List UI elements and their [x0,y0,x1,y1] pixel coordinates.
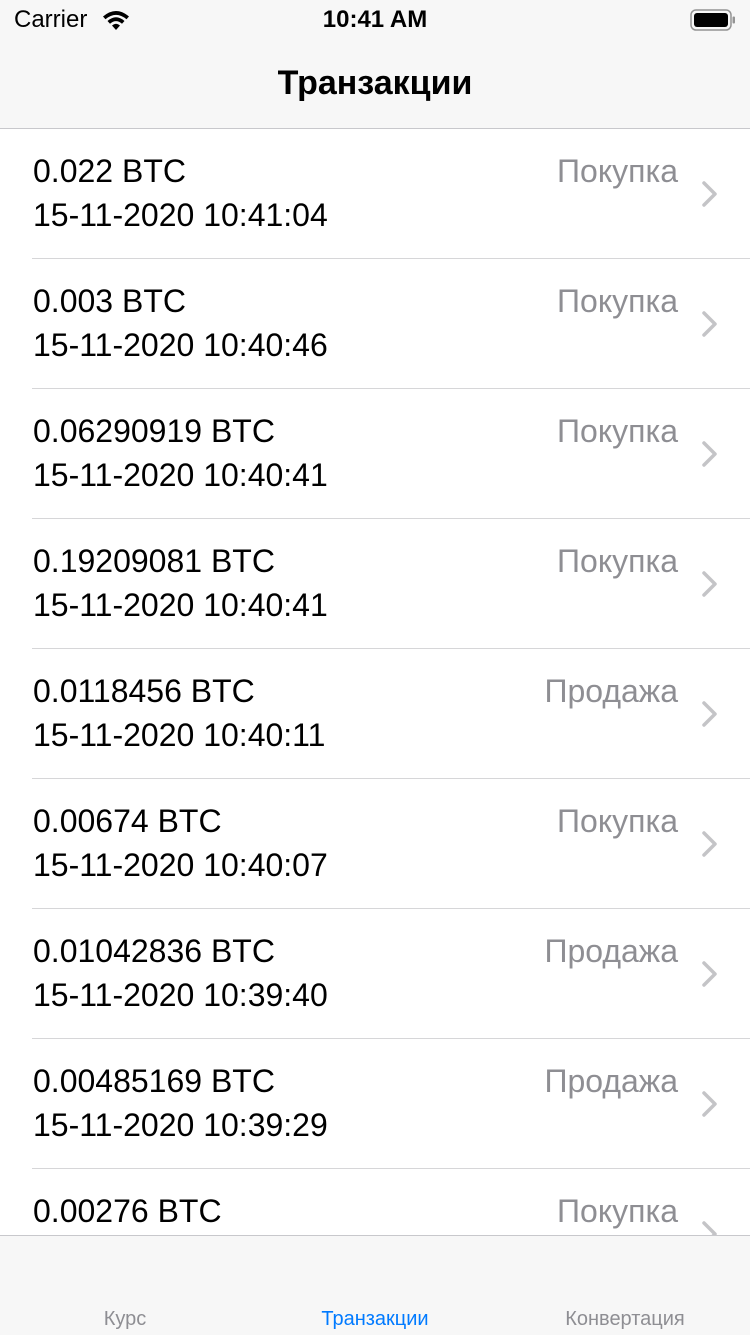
chevron-right-icon [702,441,717,467]
chevron-right-icon [702,311,717,337]
transaction-row[interactable]: 0.00276 BTC Покупка [0,1169,750,1235]
transaction-amount: 0.022 BTC [33,153,186,189]
battery-icon [690,9,735,31]
transactions-list[interactable]: 0.022 BTC 15-11-2020 10:41:04 Покупка 0.003… [0,129,750,1235]
transaction-type: Продажа [544,1063,678,1099]
chevron-right-icon [702,701,717,727]
transaction-type: Покупка [557,413,678,449]
chevron-right-icon [702,571,717,597]
transaction-date: 15-11-2020 10:40:41 [33,587,328,623]
transaction-row[interactable]: 0.19209081 BTC 15-11-2020 10:40:41 Покупка [0,519,750,649]
transaction-type: Продажа [544,933,678,969]
chevron-right-icon [702,1221,717,1235]
transaction-row[interactable]: 0.00674 BTC 15-11-2020 10:40:07 Покупка [0,779,750,909]
transaction-amount: 0.00276 BTC [33,1193,222,1229]
page-title: Транзакции [277,64,473,102]
transaction-date: 15-11-2020 10:40:41 [33,457,328,493]
transaction-row[interactable]: 0.022 BTC 15-11-2020 10:41:04 Покупка [0,129,750,259]
transaction-type: Продажа [544,673,678,709]
transaction-date: 15-11-2020 10:40:07 [33,847,328,883]
transaction-date: 15-11-2020 10:40:46 [33,327,328,363]
chevron-right-icon [702,831,717,857]
tab-bar: Курс Транзакции Конвертация [0,1235,750,1335]
tab-item[interactable]: Транзакции [250,1236,500,1335]
tab-label: Транзакции [321,1308,429,1330]
transaction-amount: 0.0118456 BTC [33,673,255,709]
status-bar: Carrier 10:41 AM [0,0,750,40]
transaction-amount: 0.00674 BTC [33,803,222,839]
tab-label: Конвертация [565,1308,685,1330]
transaction-row[interactable]: 0.003 BTC 15-11-2020 10:40:46 Покупка [0,259,750,389]
transaction-type: Покупка [557,1193,678,1229]
transaction-amount: 0.01042836 BTC [33,933,275,969]
transaction-row[interactable]: 0.0118456 BTC 15-11-2020 10:40:11 Продажа [0,649,750,779]
transaction-row[interactable]: 0.06290919 BTC 15-11-2020 10:40:41 Покупка [0,389,750,519]
tab-label: Курс [103,1308,147,1330]
transaction-amount: 0.06290919 BTC [33,413,275,449]
transaction-amount: 0.19209081 BTC [33,543,275,579]
transaction-type: Покупка [557,803,678,839]
transaction-type: Покупка [557,283,678,319]
status-time: 10:41 AM [322,6,428,33]
transaction-type: Покупка [557,543,678,579]
chevron-right-icon [702,961,717,987]
transaction-type: Покупка [557,153,678,189]
chevron-right-icon [702,181,717,207]
transaction-row[interactable]: 0.01042836 BTC 15-11-2020 10:39:40 Продажа [0,909,750,1039]
tab-item[interactable]: Курс [0,1236,250,1335]
transaction-date: 15-11-2020 10:39:29 [33,1107,328,1143]
transaction-amount: 0.00485169 BTC [33,1063,275,1099]
chevron-right-icon [702,1091,717,1117]
transaction-date: 15-11-2020 10:39:40 [33,977,328,1013]
navigation-bar: Транзакции [0,40,750,129]
transaction-date: 15-11-2020 10:40:11 [33,717,326,753]
transaction-date: 15-11-2020 10:41:04 [33,197,328,233]
transaction-row[interactable]: 0.00485169 BTC 15-11-2020 10:39:29 Продажа [0,1039,750,1169]
tab-item[interactable]: Конвертация [500,1236,750,1335]
transaction-amount: 0.003 BTC [33,283,186,319]
